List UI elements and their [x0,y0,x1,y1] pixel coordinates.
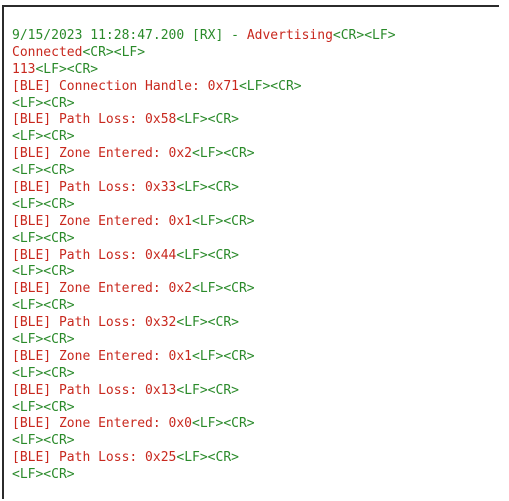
log-line: [BLE] Path Loss: 0x58<LF><CR> [12,112,502,129]
log-line: Connected<CR><LF> [12,45,502,62]
log-message-text: [BLE] Path Loss: 0x33 [12,180,177,196]
log-message-text: [BLE] Zone Entered: 0x0 [12,416,193,432]
log-message-text: Connected [12,44,83,60]
log-line: <LF><CR> [12,96,502,113]
log-line: [BLE] Zone Entered: 0x2<LF><CR> [12,146,502,163]
log-line: <LF><CR> [12,163,502,180]
log-line: <LF><CR> [12,366,502,383]
log-control-chars: <LF><CR> [12,332,75,348]
log-control-chars: <LF><CR> [12,163,75,179]
log-message-text: [BLE] Path Loss: 0x32 [12,315,177,331]
log-line: <LF><CR> [12,129,502,146]
log-message-text: [BLE] Zone Entered: 0x1 [12,213,193,229]
log-message-text: [BLE] Connection Handle: 0x71 [12,78,239,94]
log-message-text: [BLE] Path Loss: 0x13 [12,382,177,398]
log-message-text: 113 [12,61,36,77]
log-control-chars: <LF><CR> [176,180,239,196]
log-control-chars: <LF><CR> [176,315,239,331]
log-control-chars: <LF><CR> [176,382,239,398]
log-control-chars: <LF><CR> [192,416,255,432]
log-line: <LF><CR> [12,231,502,248]
log-line: <LF><CR> [12,433,502,450]
log-line: <LF><CR> [12,197,502,214]
log-control-chars: <LF><CR> [192,146,255,162]
log-control-chars: <LF><CR> [12,298,75,314]
log-line: <LF><CR> [12,467,502,484]
log-line: [BLE] Zone Entered: 0x1<LF><CR> [12,214,502,231]
log-message-text: [BLE] Zone Entered: 0x2 [12,146,193,162]
log-control-chars: <LF><CR> [238,78,302,94]
log-message-text: [BLE] Zone Entered: 0x2 [12,281,193,297]
log-message-text: [BLE] Zone Entered: 0x1 [12,348,193,364]
log-control-chars: <LF><CR> [35,61,99,77]
log-control-chars: <LF><CR> [12,129,75,145]
log-control-chars: <LF><CR> [12,264,75,280]
log-line: [BLE] Path Loss: 0x13<LF><CR> [12,383,502,400]
window-border-left [2,5,4,499]
log-line: 113<LF><CR> [12,62,502,79]
log-control-chars: <CR><LF> [332,28,396,43]
log-control-chars: <LF><CR> [176,112,239,128]
log-line: [BLE] Path Loss: 0x44<LF><CR> [12,248,502,265]
log-message-text: [BLE] Path Loss: 0x58 [12,112,177,128]
log-control-chars: <LF><CR> [12,399,75,415]
log-control-chars: <LF><CR> [12,230,75,246]
log-control-chars: <LF><CR> [192,281,255,297]
log-line: <LF><CR> [12,298,502,315]
log-control-chars: <LF><CR> [192,348,255,364]
log-line: [BLE] Zone Entered: 0x1<LF><CR> [12,349,502,366]
log-control-chars: <LF><CR> [12,95,75,111]
log-line: <LF><CR> [12,264,502,281]
log-line: <LF><CR> [12,332,502,349]
log-control-chars: <CR><LF> [82,44,146,60]
log-line: [BLE] Path Loss: 0x25<LF><CR> [12,450,502,467]
log-control-chars: 9/15/2023 11:28:47.200 [RX] - [12,28,247,43]
log-line: [BLE] Path Loss: 0x33<LF><CR> [12,180,502,197]
log-line: 9/15/2023 11:28:47.200 [RX] - Advertisin… [12,28,502,45]
log-control-chars: <LF><CR> [176,450,239,466]
log-line: [BLE] Connection Handle: 0x71<LF><CR> [12,79,502,96]
log-message-text: [BLE] Path Loss: 0x25 [12,450,177,466]
serial-log-output[interactable]: 9/15/2023 11:28:47.200 [RX] - Advertisin… [12,28,502,484]
log-control-chars: <LF><CR> [12,433,75,449]
window-border-top [2,5,499,7]
log-message-text: [BLE] Path Loss: 0x44 [12,247,177,263]
log-control-chars: <LF><CR> [12,196,75,212]
log-message-text: Advertising [246,28,333,43]
log-control-chars: <LF><CR> [12,365,75,381]
terminal-window: 9/15/2023 11:28:47.200 [RX] - Advertisin… [0,0,509,501]
log-control-chars: <LF><CR> [192,213,255,229]
log-line: [BLE] Path Loss: 0x32<LF><CR> [12,315,502,332]
log-line: <LF><CR> [12,400,502,417]
log-control-chars: <LF><CR> [12,467,75,483]
log-line: [BLE] Zone Entered: 0x0<LF><CR> [12,416,502,433]
log-line: [BLE] Zone Entered: 0x2<LF><CR> [12,281,502,298]
log-control-chars: <LF><CR> [176,247,239,263]
